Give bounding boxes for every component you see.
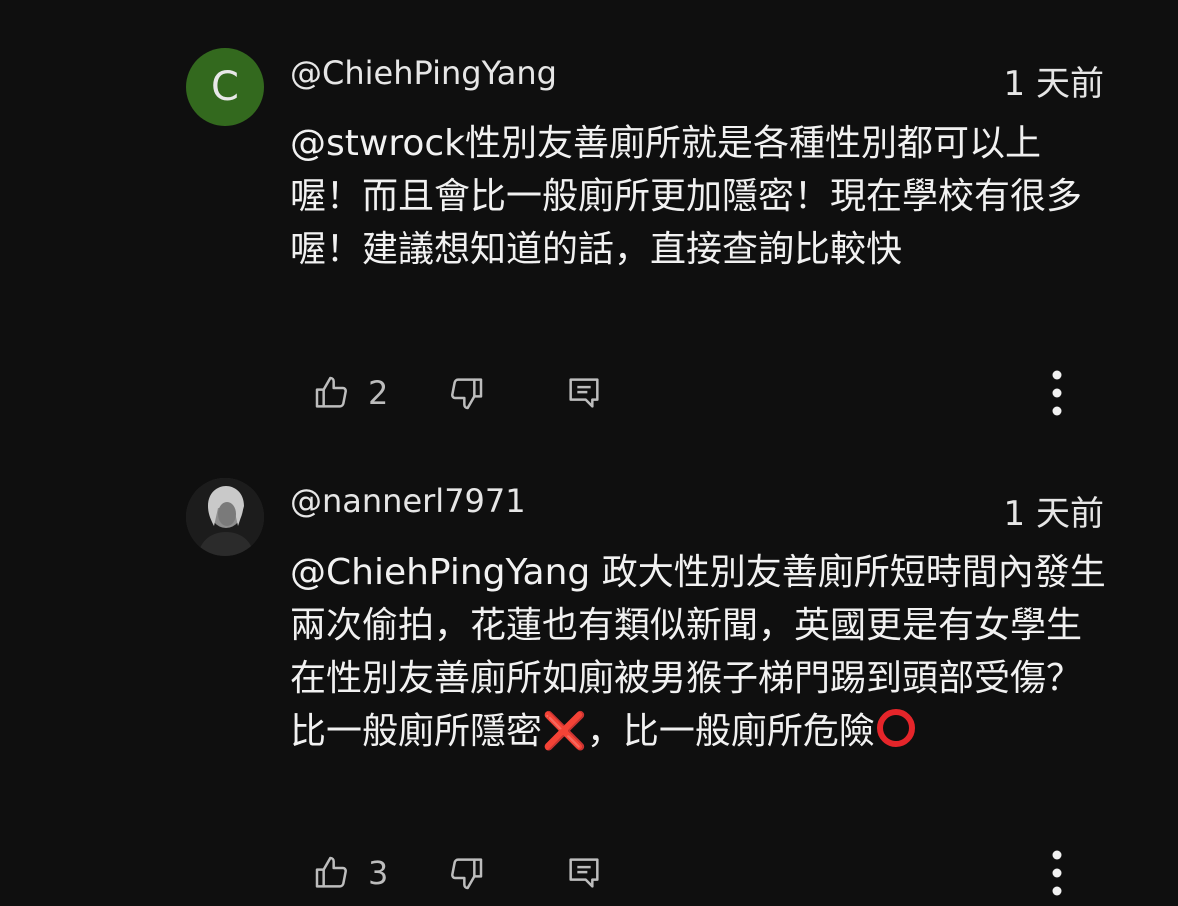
thumbs-down-icon bbox=[446, 853, 486, 893]
reply-button[interactable] bbox=[564, 848, 604, 898]
comment-text: @ChiehPingYang 政大性別友善廁所短時間內發生兩次偷拍，花蓮也有類似… bbox=[290, 546, 1110, 758]
more-options-button[interactable] bbox=[1042, 848, 1072, 898]
reply-button[interactable] bbox=[564, 368, 604, 418]
avatar[interactable] bbox=[186, 478, 264, 556]
heavy-large-circle-icon bbox=[876, 709, 915, 747]
avatar[interactable]: C bbox=[186, 48, 264, 126]
comment-1: C @ChiehPingYang 1 天前 @stwrock性別友善廁所就是各種… bbox=[0, 0, 1178, 450]
thumbs-up-icon bbox=[312, 373, 352, 413]
like-count: 2 bbox=[368, 374, 389, 412]
comment-actions: 3 bbox=[312, 848, 1092, 898]
comment-time: 1 天前 bbox=[1003, 494, 1104, 534]
avatar-letter: C bbox=[211, 64, 239, 110]
comment-2: @nannerl7971 1 天前 @ChiehPingYang 政大性別友善廁… bbox=[0, 450, 1178, 906]
cross-mark-icon: ❌ bbox=[542, 711, 587, 752]
thumbs-up-icon bbox=[312, 853, 352, 893]
more-options-button[interactable] bbox=[1042, 368, 1072, 418]
comment-actions: 2 bbox=[312, 368, 1092, 418]
dislike-button[interactable] bbox=[446, 368, 486, 418]
comment-author[interactable]: @ChiehPingYang bbox=[290, 54, 557, 92]
like-button[interactable]: 2 bbox=[312, 368, 388, 418]
dislike-button[interactable] bbox=[446, 848, 486, 898]
comment-text-part: ，比一般廁所危險 bbox=[586, 711, 875, 752]
comment-text: @stwrock性別友善廁所就是各種性別都可以上喔！而且會比一般廁所更加隱密！現… bbox=[290, 123, 1083, 270]
comment-author[interactable]: @nannerl7971 bbox=[290, 482, 526, 520]
reply-icon bbox=[564, 853, 604, 893]
like-button[interactable]: 3 bbox=[312, 848, 388, 898]
comment-time: 1 天前 bbox=[1003, 64, 1104, 104]
thumbs-down-icon bbox=[446, 373, 486, 413]
avatar-portrait bbox=[186, 478, 264, 556]
more-vert-icon bbox=[1050, 848, 1064, 898]
more-vert-icon bbox=[1050, 368, 1064, 418]
like-count: 3 bbox=[368, 854, 389, 892]
reply-icon bbox=[564, 373, 604, 413]
